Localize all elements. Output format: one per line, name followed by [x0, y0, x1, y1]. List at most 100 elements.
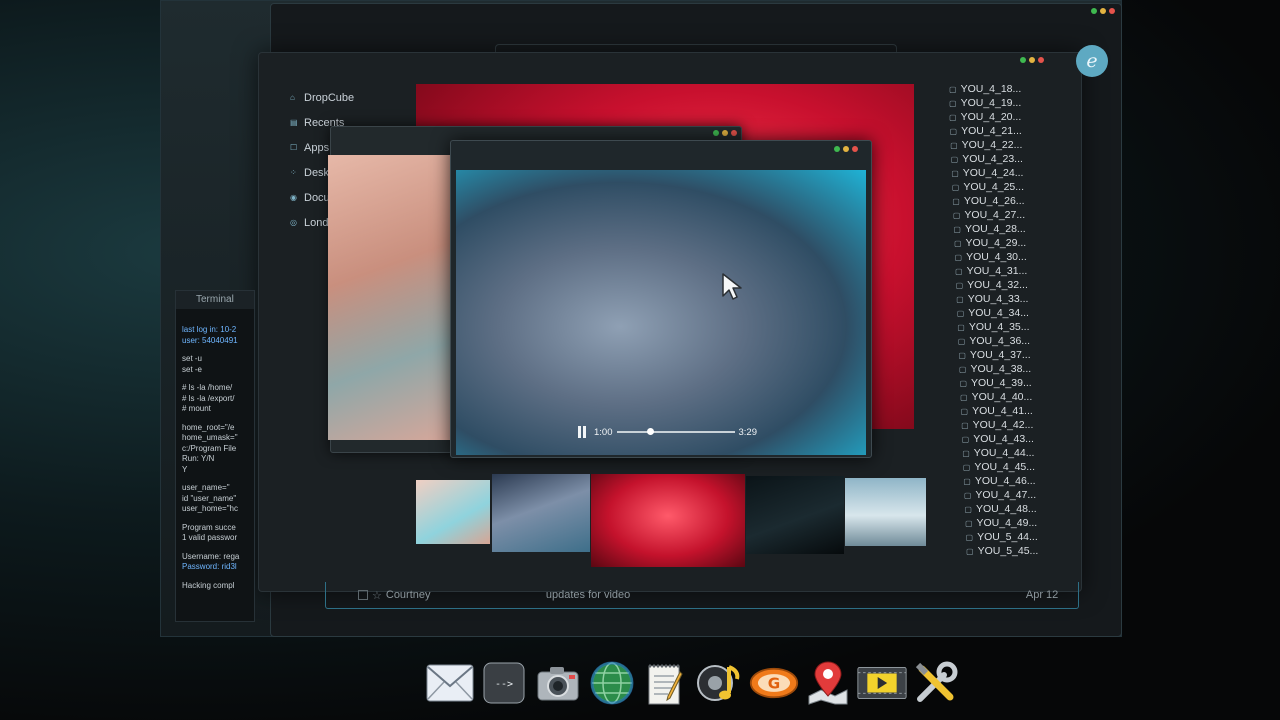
outer-window-controls[interactable]	[1091, 8, 1115, 14]
file-icon: ▢	[951, 182, 960, 192]
mail-sender: Courtney	[385, 589, 431, 601]
file-icon: ▢	[953, 238, 962, 248]
mail-list-row[interactable]: ☆ Courtney updates for video Apr 12	[325, 582, 1079, 609]
maximize-button[interactable]	[1091, 8, 1097, 14]
terminal-line: set -e	[182, 364, 203, 374]
file-item[interactable]: ▢ YOU_4_44...	[962, 446, 1065, 460]
file-item[interactable]: ▢ YOU_4_18...	[949, 82, 1065, 96]
maximize-button[interactable]	[713, 130, 719, 136]
file-item[interactable]: ▢ YOU_4_24...	[951, 166, 1065, 180]
file-item[interactable]: ▢ YOU_4_40...	[960, 390, 1065, 404]
file-item[interactable]: ▢ YOU_4_25...	[952, 180, 1065, 194]
maximize-button[interactable]	[1020, 57, 1026, 63]
file-item[interactable]: ▢ YOU_4_35...	[957, 320, 1065, 334]
file-item[interactable]: ▢ YOU_4_46...	[963, 474, 1065, 488]
thumbnail-dark-scene[interactable]	[746, 476, 844, 554]
file-icon: ▢	[954, 252, 963, 262]
terminal-window: Terminal last log in: 10-2 user: 54040491…	[175, 290, 255, 622]
terminal-line: Run: Y/N	[182, 454, 215, 463]
row-checkbox[interactable]	[358, 590, 368, 600]
file-item[interactable]: ▢ YOU_5_44...	[966, 530, 1066, 544]
file-item[interactable]: ▢ YOU_4_41...	[961, 404, 1065, 418]
music-icon[interactable]	[695, 658, 745, 708]
minimize-button[interactable]	[722, 130, 728, 136]
pause-button[interactable]	[576, 426, 588, 438]
video-frame[interactable]	[456, 170, 866, 455]
close-button[interactable]	[1038, 57, 1044, 63]
file-item[interactable]: ▢ YOU_4_43...	[962, 432, 1065, 446]
file-icon: ▢	[953, 224, 961, 234]
globe-icon[interactable]	[587, 658, 637, 708]
file-item[interactable]: ▢ YOU_4_34...	[957, 306, 1065, 320]
file-item[interactable]: ▢ YOU_4_30...	[955, 250, 1066, 264]
camera-icon[interactable]	[533, 658, 583, 708]
file-item[interactable]: ▢ YOU_4_26...	[952, 194, 1065, 208]
minimize-button[interactable]	[1029, 57, 1035, 63]
close-button[interactable]	[852, 146, 858, 152]
video-player-window-controls[interactable]	[834, 146, 858, 152]
file-item[interactable]: ▢ YOU_4_42...	[961, 418, 1065, 432]
terminal-spacer	[176, 573, 254, 581]
file-item[interactable]: ▢ YOU_4_32...	[956, 278, 1065, 292]
file-icon: ▢	[952, 196, 960, 206]
close-button[interactable]	[1109, 8, 1115, 14]
file-item[interactable]: ▢ YOU_4_23...	[951, 152, 1065, 166]
file-item[interactable]: ▢ YOU_4_38...	[959, 362, 1065, 376]
file-item[interactable]: ▢ YOU_4_48...	[964, 502, 1065, 516]
thumbnail-portrait-blue[interactable]	[492, 474, 590, 552]
file-icon: ▢	[950, 154, 959, 164]
file-item[interactable]: ▢ YOU_4_45...	[963, 460, 1065, 474]
close-button[interactable]	[731, 130, 737, 136]
notes-icon[interactable]	[641, 658, 691, 708]
face-closeup-image[interactable]	[328, 155, 455, 440]
file-item[interactable]: ▢ YOU_5_45...	[966, 544, 1065, 558]
minimize-button[interactable]	[843, 146, 849, 152]
tools-icon[interactable]	[911, 658, 961, 708]
user-avatar[interactable]: e	[1076, 45, 1108, 77]
file-item[interactable]: ▢ YOU_4_19...	[949, 96, 1065, 110]
file-item[interactable]: ▢ YOU_4_31...	[955, 264, 1065, 278]
mail-icon[interactable]	[425, 658, 475, 708]
seek-handle[interactable]	[647, 428, 655, 435]
file-icon: ▢	[949, 84, 957, 94]
duration: 3:29	[738, 426, 758, 438]
file-item[interactable]: ▢ YOU_4_49...	[965, 516, 1065, 530]
thumbnail-figure-red[interactable]	[591, 474, 745, 567]
file-icon: ▢	[957, 336, 966, 346]
map-pin-icon[interactable]	[803, 658, 853, 708]
star-icon[interactable]: ☆	[372, 589, 382, 602]
file-item[interactable]: ▢ YOU_4_33...	[956, 292, 1065, 306]
file-item[interactable]: ▢ YOU_4_22...	[950, 138, 1065, 152]
terminal-icon-label: -->	[495, 679, 513, 690]
terminal-icon[interactable]: -->	[479, 658, 529, 708]
file-item[interactable]: ▢ YOU_4_36...	[958, 334, 1065, 348]
thumbnail-figure-light[interactable]	[845, 478, 926, 546]
file-icon: ▢	[961, 420, 969, 430]
file-item[interactable]: ▢ YOU_4_21...	[950, 124, 1065, 138]
file-name: YOU_4_23...	[962, 153, 1023, 165]
g-app-icon[interactable]: G	[749, 658, 799, 708]
file-item[interactable]: ▢ YOU_4_27...	[953, 208, 1065, 222]
file-icon: ▢	[949, 112, 957, 122]
minimize-button[interactable]	[1100, 8, 1106, 14]
seek-bar[interactable]	[616, 428, 735, 435]
file-item[interactable]: ▢ YOU_4_20...	[949, 110, 1065, 124]
mail-subject: updates for video	[545, 589, 631, 601]
terminal-line: id "user_name"	[182, 493, 237, 503]
image-viewer-window-controls[interactable]	[713, 130, 737, 136]
file-item[interactable]: ▢ YOU_4_37...	[958, 348, 1065, 362]
maximize-button[interactable]	[834, 146, 840, 152]
file-name: YOU_4_19...	[960, 97, 1022, 109]
file-item[interactable]: ▢ YOU_4_29...	[954, 236, 1065, 250]
terminal-line: set -u	[182, 354, 203, 363]
file-browser-window-controls[interactable]	[1020, 57, 1044, 63]
file-item[interactable]: ▢ YOU_4_39...	[959, 376, 1065, 390]
sidebar-item-dropcube[interactable]: ⌂ DropCube	[290, 85, 410, 110]
file-name: YOU_4_28...	[964, 223, 1026, 235]
file-item[interactable]: ▢ YOU_4_47...	[964, 488, 1065, 502]
file-item[interactable]: ▢ YOU_4_28...	[953, 222, 1065, 236]
video-player-icon[interactable]	[857, 658, 907, 708]
thumbnail-face-closeup[interactable]	[416, 480, 490, 544]
sidebar-item-label: Docu	[304, 191, 330, 204]
file-icon: ▢	[962, 462, 971, 472]
